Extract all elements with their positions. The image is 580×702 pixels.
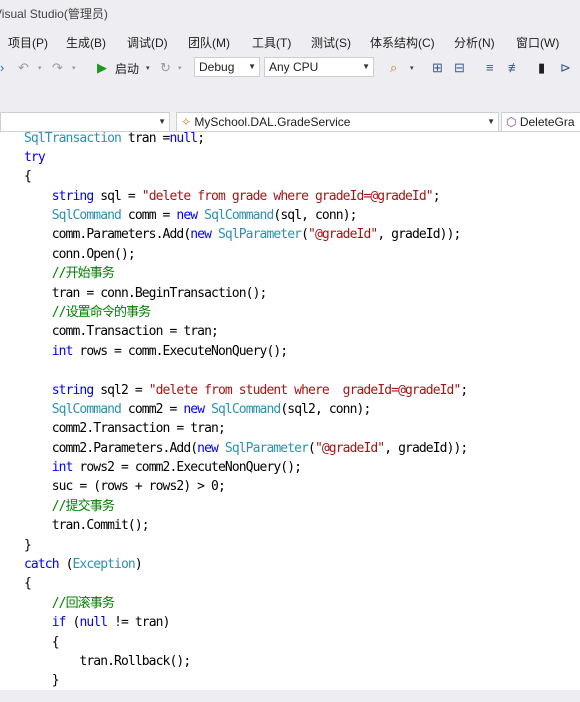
code-line: { — [24, 169, 32, 184]
code-line: SqlCommand comm2 = new SqlCommand(sql2, … — [51, 402, 372, 417]
menu-bar: 项目(P) 生成(B) 调试(D) 团队(M) 工具(T) 测试(S) 体系结构… — [0, 26, 580, 54]
code-line: comm2.Transaction = tran; — [24, 421, 226, 436]
code-line: int rows = comm.ExecuteNonQuery(); — [51, 344, 288, 359]
code-line: } — [24, 538, 32, 553]
uncomment-lines-icon[interactable]: ≢ — [508, 60, 521, 75]
toolbar-spacer — [0, 82, 580, 112]
menu-tools[interactable]: 工具(T) — [252, 34, 291, 51]
code-line: int rows2 = comm2.ExecuteNonQuery(); — [51, 460, 302, 475]
menu-test[interactable]: 测试(S) — [311, 34, 351, 51]
navigation-bar: ▼ ✧ MySchool.DAL.GradeService ▼ ⬡ Delete… — [0, 112, 580, 132]
code-line: tran.Commit(); — [24, 518, 150, 533]
code-line: string sql = "delete from grade where gr… — [51, 189, 441, 204]
code-line: catch (Exception) — [24, 557, 143, 572]
code-line: conn.Open(); — [24, 247, 136, 262]
find-in-files-icon[interactable]: ⌕ — [390, 60, 397, 76]
code-line: suc = (rows + rows2) > 0; — [24, 479, 226, 494]
find-dropdown-icon[interactable]: ▾ — [410, 64, 414, 72]
code-line: comm2.Parameters.Add(new SqlParameter("@… — [24, 441, 469, 456]
code-line: //回滚事务 — [51, 596, 115, 611]
chevron-down-icon: ▼ — [362, 62, 370, 71]
code-line: SqlCommand comm = new SqlCommand(sql, co… — [51, 208, 358, 223]
solution-explorer-icon[interactable]: ⊞ — [432, 60, 443, 76]
bookmark-icon[interactable]: ▮ — [538, 60, 545, 76]
code-line: string sql2 = "delete from student where… — [51, 383, 469, 398]
member-combo[interactable]: ⬡ DeleteGra — [501, 112, 580, 132]
start-play-icon[interactable]: ▶ — [97, 60, 107, 76]
undo-dropdown-icon[interactable]: ▾ — [38, 64, 42, 72]
title-bar: Visual Studio(管理员) — [0, 0, 580, 26]
code-line: { — [24, 635, 60, 650]
comment-lines-icon[interactable]: ≡ — [486, 60, 494, 75]
chevron-down-icon: ▼ — [487, 117, 495, 126]
code-line: { — [24, 576, 32, 591]
code-editor[interactable]: SqlTransaction tran =null; try { string … — [0, 132, 580, 690]
toolbar: › ↶ ▾ ↷ ▾ ▶ 启动 ▾ ↻ ▾ Debug ▼ Any CPU ▼ ⌕… — [0, 54, 580, 82]
project-combo[interactable]: ▼ — [0, 112, 170, 132]
code-line: try — [24, 150, 46, 165]
refresh-dropdown-icon[interactable]: ▾ — [178, 64, 182, 72]
code-line: comm.Transaction = tran; — [24, 324, 219, 339]
code-line: if (null != tran) — [51, 615, 171, 630]
menu-architecture[interactable]: 体系结构(C) — [370, 34, 435, 51]
code-line: } — [24, 673, 60, 688]
platform-select[interactable]: Any CPU ▼ — [264, 57, 374, 77]
redo-dropdown-icon[interactable]: ▾ — [72, 64, 76, 72]
code-line: //设置命令的事务 — [51, 305, 151, 320]
code-line: tran.Rollback(); — [24, 654, 191, 669]
configuration-value: Debug — [199, 60, 235, 74]
chevron-down-icon: ▼ — [248, 62, 256, 71]
next-bookmark-icon[interactable]: ⊳ — [560, 60, 571, 76]
status-strip — [0, 690, 580, 702]
undo-icon[interactable]: ↶ — [18, 60, 29, 76]
class-view-icon[interactable]: ⊟ — [454, 60, 465, 76]
member-combo-value: DeleteGra — [519, 115, 575, 129]
menu-build[interactable]: 生成(B) — [66, 34, 106, 51]
menu-debug[interactable]: 调试(D) — [127, 34, 168, 51]
code-line: //提交事务 — [51, 499, 115, 514]
redo-icon[interactable]: ↷ — [52, 60, 63, 76]
class-combo[interactable]: ✧ MySchool.DAL.GradeService ▼ — [176, 112, 499, 132]
start-dropdown-icon[interactable]: ▾ — [146, 64, 150, 72]
code-line: comm.Parameters.Add(new SqlParameter("@g… — [24, 227, 462, 242]
code-line: SqlTransaction tran =null; — [24, 132, 205, 146]
code-line: //开始事务 — [51, 266, 115, 281]
platform-value: Any CPU — [269, 60, 319, 74]
menu-team[interactable]: 团队(M) — [188, 34, 230, 51]
menu-analyze[interactable]: 分析(N) — [454, 34, 495, 51]
window-title: Visual Studio(管理员) — [0, 7, 108, 21]
chevron-down-icon: ▼ — [158, 117, 166, 126]
code-line: tran = conn.BeginTransaction(); — [24, 286, 268, 301]
menu-window[interactable]: 窗口(W) — [516, 34, 559, 51]
refresh-icon[interactable]: ↻ — [160, 60, 171, 76]
menu-project[interactable]: 项目(P) — [8, 34, 48, 51]
back-icon[interactable]: › — [0, 60, 4, 75]
start-button-label[interactable]: 启动 — [115, 60, 139, 77]
method-icon: ⬡ — [506, 115, 517, 129]
class-combo-value: MySchool.DAL.GradeService — [194, 115, 351, 129]
configuration-select[interactable]: Debug ▼ — [194, 57, 260, 77]
class-icon: ✧ — [181, 115, 192, 129]
